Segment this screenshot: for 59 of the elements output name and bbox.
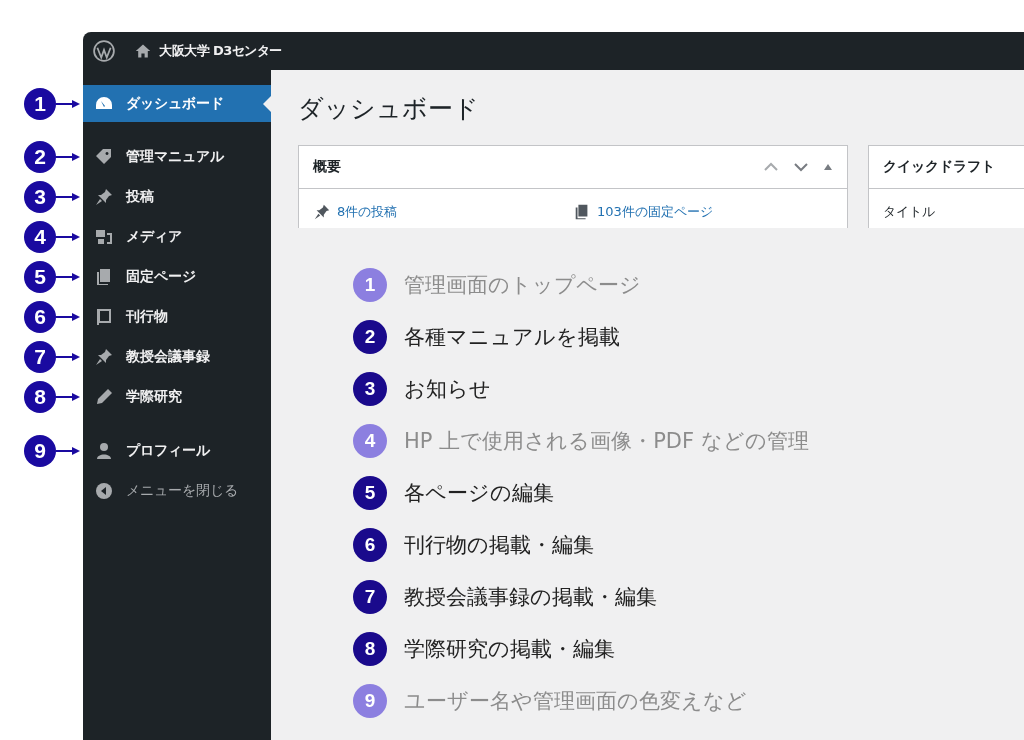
legend-text: 刊行物の掲載・編集 (404, 532, 594, 559)
arrow-icon (56, 312, 80, 322)
chevron-down-icon[interactable] (793, 162, 809, 172)
widget-title: 概要 (313, 158, 341, 176)
tag-icon (94, 147, 114, 167)
legend-text: 学際研究の掲載・編集 (404, 636, 615, 663)
pin-icon (94, 347, 114, 367)
count-link[interactable]: 103件の固定ページ (597, 203, 713, 221)
arrow-icon (56, 192, 80, 202)
book-icon (94, 307, 114, 327)
page-title: ダッシュボード (298, 93, 480, 125)
legend-number: 6 (353, 528, 387, 562)
pin-icon (94, 187, 114, 207)
callout-number: 4 (24, 221, 56, 253)
legend-text: HP 上で使用される画像・PDF などの管理 (404, 428, 809, 455)
legend-number: 1 (353, 268, 387, 302)
media-icon (94, 227, 114, 247)
legend-number: 4 (353, 424, 387, 458)
legend-number: 8 (353, 632, 387, 666)
legend-text: 各ページの編集 (404, 480, 554, 507)
arrow-icon (56, 352, 80, 362)
callout-number: 9 (24, 435, 56, 467)
legend-number: 2 (353, 320, 387, 354)
pin-icon (313, 203, 331, 221)
legend-number: 5 (353, 476, 387, 510)
callout-number: 5 (24, 261, 56, 293)
legend-text: ユーザー名や管理画面の色変えなど (404, 688, 747, 715)
callout-number: 6 (24, 301, 56, 333)
arrow-icon (56, 152, 80, 162)
legend-text: お知らせ (404, 376, 491, 403)
current-page-pointer (263, 96, 271, 112)
collapse-icon (94, 481, 114, 501)
arrow-icon (56, 446, 80, 456)
field-label: タイトル (883, 203, 935, 221)
callout-number: 1 (24, 87, 56, 120)
callout-number: 3 (24, 181, 56, 213)
chevron-up-icon[interactable] (763, 162, 779, 172)
legend-number: 3 (353, 372, 387, 406)
person-icon (94, 441, 114, 461)
arrow-icon (56, 232, 80, 242)
home-icon (135, 43, 151, 59)
wordpress-logo-icon[interactable] (93, 40, 115, 62)
legend-number: 9 (353, 684, 387, 718)
arrow-icon (56, 272, 80, 282)
legend-text: 各種マニュアルを掲載 (404, 324, 620, 351)
callout-number: 8 (24, 381, 56, 413)
legend-text: 教授会議事録の掲載・編集 (404, 584, 657, 611)
triangle-up-icon[interactable] (823, 163, 833, 171)
callout-number: 7 (24, 341, 56, 373)
legend-text: 管理画面のトップページ (404, 272, 641, 299)
widget-title: クイックドラフト (883, 158, 995, 176)
arrow-icon (56, 392, 80, 402)
site-name-link[interactable]: 大阪大学 D3センター (159, 42, 282, 60)
collapse-menu-button[interactable]: メニューを閉じる (83, 471, 271, 511)
callout-number: 2 (24, 141, 56, 173)
pencil-icon (94, 387, 114, 407)
count-link[interactable]: 8件の投稿 (337, 203, 398, 221)
arrow-icon (56, 98, 80, 109)
legend-number: 7 (353, 580, 387, 614)
